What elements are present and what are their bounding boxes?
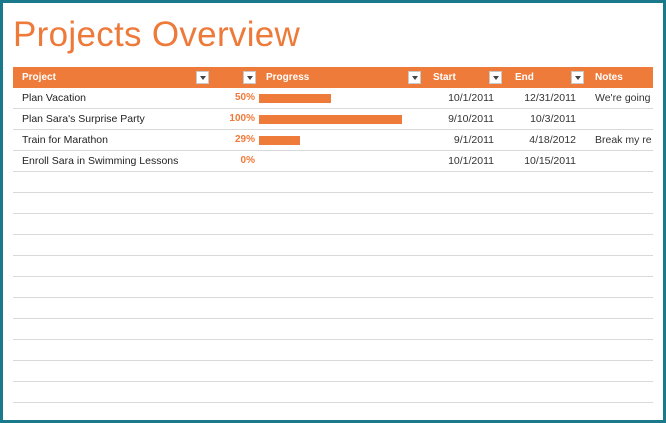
notes-cell[interactable] — [595, 382, 653, 402]
start-date-cell[interactable] — [413, 340, 494, 360]
progress-percent-cell[interactable] — [193, 298, 255, 318]
table-row[interactable] — [13, 214, 653, 235]
worksheet-frame: Projects Overview Project Progress Start… — [0, 0, 666, 423]
table-row[interactable]: Enroll Sara in Swimming Lessons 0% 10/1/20… — [13, 151, 653, 172]
table-row[interactable] — [13, 319, 653, 340]
progress-percent-cell[interactable] — [193, 403, 255, 420]
table-row[interactable]: Plan Sara's Surprise Party 100% 9/10/2011 1… — [13, 109, 653, 130]
notes-cell[interactable]: Break my re — [595, 130, 653, 150]
end-date-cell[interactable] — [495, 403, 576, 420]
end-date-cell[interactable]: 12/31/2011 — [495, 88, 576, 108]
table-row[interactable] — [13, 403, 653, 420]
progress-percent-cell[interactable]: 0% — [193, 151, 255, 171]
progress-percent-cell[interactable]: 100% — [193, 109, 255, 129]
start-date-cell[interactable] — [413, 319, 494, 339]
start-date-cell[interactable] — [413, 361, 494, 381]
progress-percent-cell[interactable] — [193, 214, 255, 234]
progress-bar — [259, 115, 402, 124]
notes-cell[interactable]: We're going — [595, 88, 653, 108]
start-date-cell[interactable] — [413, 193, 494, 213]
start-date-cell[interactable] — [413, 235, 494, 255]
progress-percent-cell[interactable] — [193, 172, 255, 192]
end-date-cell[interactable]: 4/18/2012 — [495, 130, 576, 150]
end-date-cell[interactable] — [495, 193, 576, 213]
table-row[interactable] — [13, 172, 653, 193]
filter-dropdown-icon[interactable] — [489, 71, 502, 84]
notes-cell[interactable] — [595, 235, 653, 255]
filter-dropdown-icon[interactable] — [571, 71, 584, 84]
notes-cell[interactable] — [595, 361, 653, 381]
projects-table: Project Progress Start End Notes Plan Va… — [13, 67, 653, 420]
filter-dropdown-icon[interactable] — [243, 71, 256, 84]
table-row[interactable] — [13, 298, 653, 319]
notes-cell[interactable] — [595, 172, 653, 192]
column-header-end: End — [515, 72, 534, 83]
notes-cell[interactable] — [595, 319, 653, 339]
end-date-cell[interactable]: 10/15/2011 — [495, 151, 576, 171]
start-date-cell[interactable] — [413, 172, 494, 192]
table-body: Plan Vacation 50% 10/1/2011 12/31/2011 We're… — [13, 88, 653, 420]
filter-dropdown-icon[interactable] — [196, 71, 209, 84]
progress-percent-cell[interactable] — [193, 340, 255, 360]
end-date-cell[interactable] — [495, 361, 576, 381]
progress-percent-cell[interactable]: 50% — [193, 88, 255, 108]
notes-cell[interactable] — [595, 109, 653, 129]
end-date-cell[interactable] — [495, 319, 576, 339]
table-row[interactable] — [13, 193, 653, 214]
end-date-cell[interactable] — [495, 214, 576, 234]
start-date-cell[interactable]: 9/10/2011 — [413, 109, 494, 129]
table-row[interactable] — [13, 256, 653, 277]
notes-cell[interactable] — [595, 340, 653, 360]
table-row[interactable] — [13, 361, 653, 382]
start-date-cell[interactable]: 10/1/2011 — [413, 151, 494, 171]
notes-cell[interactable] — [595, 277, 653, 297]
end-date-cell[interactable] — [495, 277, 576, 297]
notes-cell[interactable] — [595, 256, 653, 276]
start-date-cell[interactable]: 10/1/2011 — [413, 88, 494, 108]
end-date-cell[interactable] — [495, 382, 576, 402]
progress-percent-cell[interactable] — [193, 382, 255, 402]
start-date-cell[interactable] — [413, 298, 494, 318]
progress-bar — [259, 94, 331, 103]
end-date-cell[interactable] — [495, 256, 576, 276]
progress-bar — [259, 136, 300, 145]
progress-percent-cell[interactable] — [193, 256, 255, 276]
table-row[interactable] — [13, 340, 653, 361]
page-title: Projects Overview — [13, 15, 301, 54]
start-date-cell[interactable] — [413, 277, 494, 297]
end-date-cell[interactable] — [495, 298, 576, 318]
end-date-cell[interactable] — [495, 235, 576, 255]
table-row[interactable] — [13, 382, 653, 403]
column-header-start: Start — [433, 72, 456, 83]
start-date-cell[interactable] — [413, 214, 494, 234]
end-date-cell[interactable] — [495, 172, 576, 192]
column-header-project: Project — [22, 72, 56, 83]
notes-cell[interactable] — [595, 403, 653, 420]
end-date-cell[interactable]: 10/3/2011 — [495, 109, 576, 129]
start-date-cell[interactable] — [413, 403, 494, 420]
progress-percent-cell[interactable] — [193, 193, 255, 213]
notes-cell[interactable] — [595, 193, 653, 213]
table-row[interactable]: Plan Vacation 50% 10/1/2011 12/31/2011 We're… — [13, 88, 653, 109]
table-row[interactable]: Train for Marathon 29% 9/1/2011 4/18/2012 Br… — [13, 130, 653, 151]
table-row[interactable] — [13, 277, 653, 298]
column-header-progress: Progress — [266, 72, 310, 83]
start-date-cell[interactable]: 9/1/2011 — [413, 130, 494, 150]
notes-cell[interactable] — [595, 214, 653, 234]
start-date-cell[interactable] — [413, 256, 494, 276]
filter-dropdown-icon[interactable] — [408, 71, 421, 84]
column-header-notes: Notes — [595, 72, 623, 83]
table-row[interactable] — [13, 235, 653, 256]
progress-percent-cell[interactable] — [193, 361, 255, 381]
progress-percent-cell[interactable] — [193, 319, 255, 339]
start-date-cell[interactable] — [413, 382, 494, 402]
progress-percent-cell[interactable]: 29% — [193, 130, 255, 150]
progress-percent-cell[interactable] — [193, 277, 255, 297]
end-date-cell[interactable] — [495, 340, 576, 360]
notes-cell[interactable] — [595, 298, 653, 318]
notes-cell[interactable] — [595, 151, 653, 171]
table-header: Project Progress Start End Notes — [13, 67, 653, 88]
progress-percent-cell[interactable] — [193, 235, 255, 255]
